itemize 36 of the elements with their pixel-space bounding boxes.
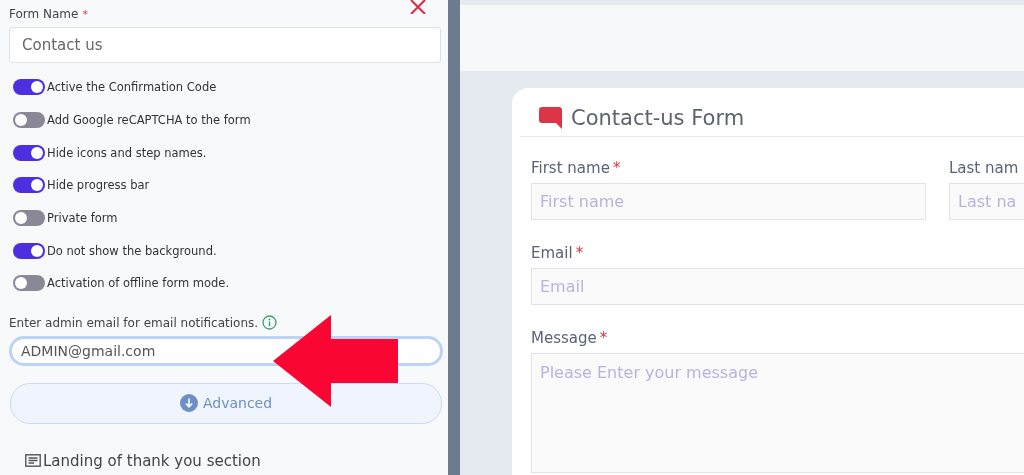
toggle-switch[interactable] — [13, 144, 45, 161]
input-field[interactable]: Email — [531, 268, 1024, 305]
required-mark: * — [575, 244, 584, 262]
input-field[interactable]: Last na — [949, 183, 1024, 220]
field-label: Last nam — [949, 159, 1019, 177]
field-label: Form Name — [9, 7, 79, 21]
field-label: Enter admin email for email notifications. — [9, 315, 259, 330]
form-title: Contact-us Form — [571, 106, 745, 130]
field-label: Message — [531, 329, 597, 347]
toggle-switch[interactable] — [13, 242, 45, 259]
toggle-label: Hide icons and step names. — [47, 145, 207, 160]
info-icon[interactable] — [262, 315, 278, 331]
toggle-label: Add Google reCAPTCHA to the form — [47, 113, 251, 128]
toggle-switch[interactable] — [13, 79, 45, 96]
toggle-switch[interactable] — [13, 210, 45, 227]
document-icon — [25, 454, 41, 468]
required-mark: * — [599, 329, 608, 347]
toggle-switch[interactable] — [13, 177, 45, 194]
input-field[interactable]: First name — [531, 183, 926, 220]
field-label: First name — [531, 159, 610, 177]
required-mark: * — [612, 159, 621, 177]
toggle-label: Private form — [47, 211, 118, 226]
form-name-field[interactable]: Contact us — [9, 27, 441, 63]
chat-bubble-icon — [539, 107, 562, 129]
section-title: Landing of thank you section — [43, 451, 261, 470]
toggle-switch[interactable] — [13, 275, 45, 292]
toggle-label: Do not show the background. — [47, 243, 217, 258]
message-field[interactable]: Please Enter your message — [531, 353, 1024, 473]
advanced-button[interactable]: Advanced — [10, 382, 442, 424]
toggle-switch[interactable] — [13, 112, 45, 129]
close-icon[interactable] — [409, 0, 427, 14]
required-mark: * — [82, 7, 88, 21]
toggle-label: Activation of offline form mode. — [47, 276, 230, 291]
toggle-label: Hide progress bar — [47, 178, 150, 193]
toggle-label: Active the Confirmation Code — [47, 80, 217, 95]
field-label: Email — [531, 244, 573, 262]
